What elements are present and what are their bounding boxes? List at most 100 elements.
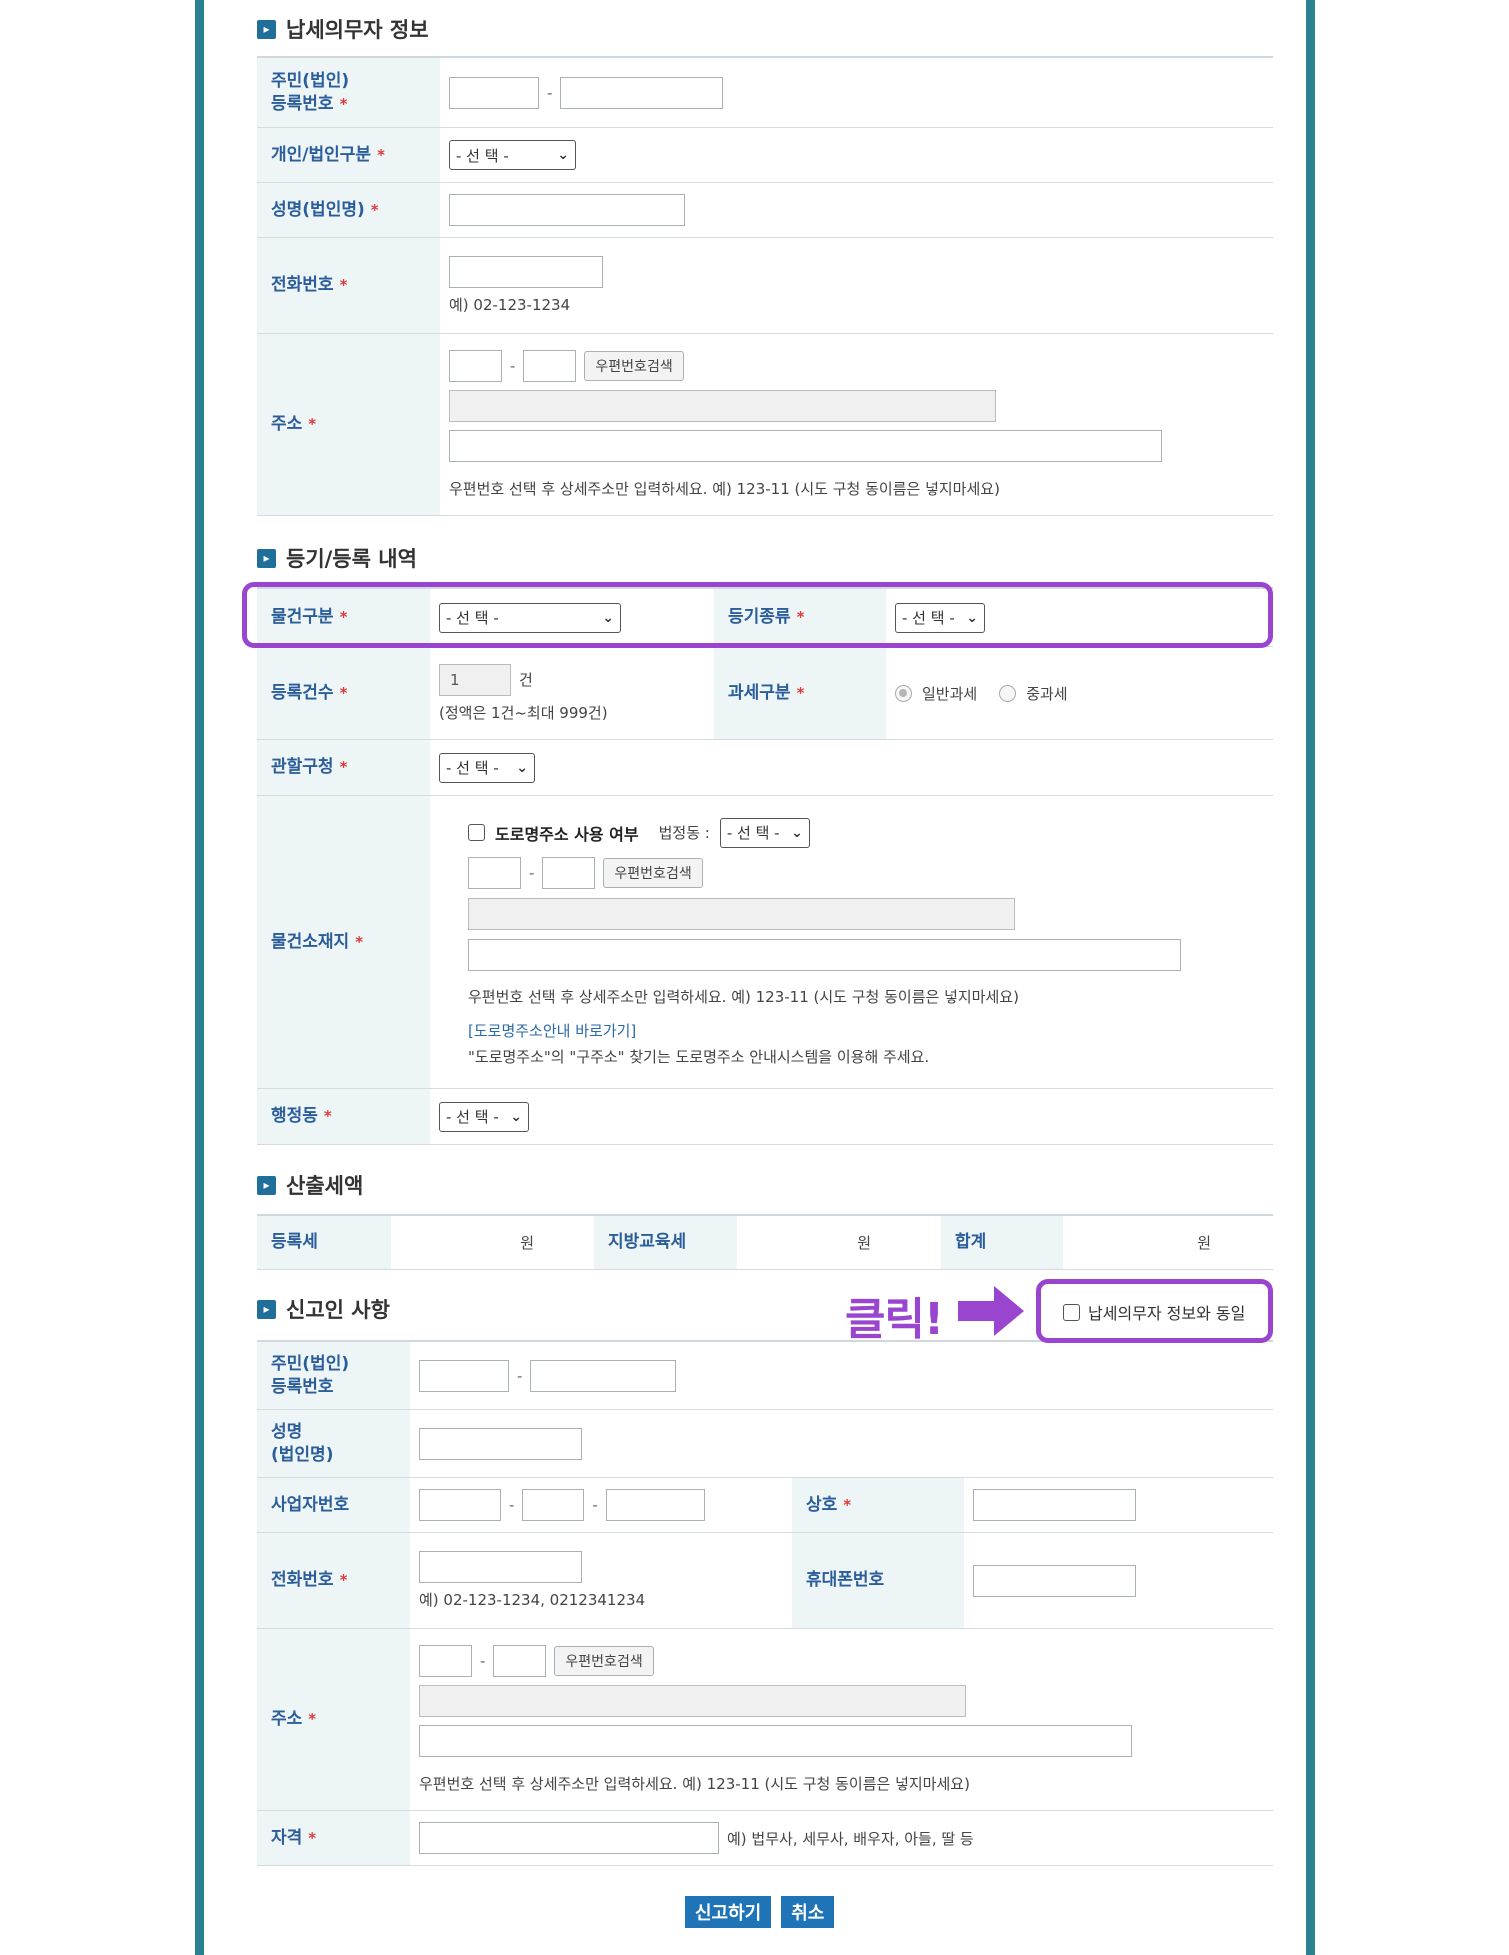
edu-tax-label: 지방교육세 bbox=[594, 1216, 737, 1269]
mobile-input[interactable] bbox=[973, 1564, 1136, 1597]
taxpayer-table: 주민(법인) 등록번호 * - 개인/법인구분 * - 선 택 - ⌄ 성명(법… bbox=[257, 56, 1273, 516]
taxpayer-type-select[interactable]: - 선 택 - ⌄ bbox=[449, 140, 576, 170]
taxpayer-address-detail-input[interactable] bbox=[449, 430, 1162, 462]
biz-no-3-input[interactable] bbox=[605, 1489, 705, 1521]
office-select[interactable]: - 선 택 - ⌄ bbox=[439, 752, 535, 783]
company-input[interactable] bbox=[973, 1489, 1136, 1521]
chevron-down-icon: ⌄ bbox=[557, 147, 569, 163]
tax-general-radio[interactable] bbox=[895, 684, 912, 702]
reporter-zip-search-button[interactable]: 우편번호검색 bbox=[554, 1646, 654, 1676]
tax-table: 등록세 원 지방교육세 원 합계 원 bbox=[257, 1214, 1273, 1270]
count-input[interactable]: 1 bbox=[439, 663, 511, 696]
reporter-rrn-back-input[interactable] bbox=[530, 1359, 677, 1392]
location-zip-search-button[interactable]: 우편번호검색 bbox=[603, 857, 703, 888]
registration-highlight-box bbox=[242, 582, 1273, 648]
taxpayer-address-row: 주소 * - 우편번호검색 우편번호 선택 후 상세주소만 입력하세요. 예) 1… bbox=[257, 334, 1273, 516]
reporter-zip2-input[interactable] bbox=[493, 1645, 547, 1677]
reporter-address-base-input bbox=[419, 1685, 966, 1717]
taxpayer-address-label: 주소 * bbox=[257, 334, 440, 515]
taxpayer-address-base-input bbox=[449, 390, 996, 422]
arrow-right-icon bbox=[958, 1286, 1024, 1336]
road-address-link[interactable]: [도로명주소안내 바로가기] bbox=[468, 1020, 1264, 1041]
page-frame: ▸ 납세의무자 정보 주민(법인) 등록번호 * - 개인/법인구분 * - 선… bbox=[195, 0, 1315, 1955]
reporter-biz-row: 사업자번호 - - 상호 * bbox=[257, 1478, 1273, 1533]
reporter-rrn-front-input[interactable] bbox=[419, 1359, 509, 1392]
admin-dong-row: 행정동 * - 선 택 - ⌄ bbox=[257, 1089, 1273, 1145]
location-zip1-input[interactable] bbox=[468, 856, 521, 889]
click-annotation: 클릭! bbox=[845, 1294, 944, 1345]
chevron-right-icon: ▸ bbox=[257, 19, 276, 39]
taxpayer-rrn-front-input[interactable] bbox=[449, 76, 539, 109]
reporter-name-row: 성명 (법인명) bbox=[257, 1410, 1273, 1478]
chevron-right-icon: ▸ bbox=[257, 1175, 276, 1195]
admin-dong-label: 행정동 * bbox=[257, 1089, 430, 1144]
form-actions: 신고하기 취소 bbox=[685, 1896, 835, 1928]
count-label: 등록건수 * bbox=[257, 647, 430, 739]
tax-section-title: ▸ 산출세액 bbox=[257, 1170, 363, 1200]
taxpayer-phone-label: 전화번호 * bbox=[257, 238, 440, 333]
registration-table: 물건구분 * - 선 택 - ⌄ 등기종류 * - 선 택 - ⌄ 등록건수 *… bbox=[257, 587, 1273, 1145]
qualification-label: 자격 * bbox=[257, 1811, 410, 1865]
taxpayer-rrn-row: 주민(법인) 등록번호 * - bbox=[257, 58, 1273, 128]
reporter-phone-label: 전화번호 * bbox=[257, 1533, 410, 1628]
cancel-button[interactable]: 취소 bbox=[781, 1896, 835, 1928]
reporter-address-row: 주소 * - 우편번호검색 우편번호 선택 후 상세주소만 입력하세요. 예) 1… bbox=[257, 1629, 1273, 1811]
registration-section-title: ▸ 등기/등록 내역 bbox=[257, 543, 417, 573]
chevron-down-icon: ⌄ bbox=[791, 824, 803, 841]
registration-count-row: 등록건수* 1 건 (정액은 1건~최대 999건) 과세구분* 일반과세 bbox=[257, 647, 1273, 740]
total-value: 원 bbox=[1197, 1234, 1211, 1252]
office-label: 관할구청 * bbox=[257, 740, 430, 795]
taxpayer-section-title: ▸ 납세의무자 정보 bbox=[257, 14, 429, 44]
location-row: 물건소재지 * 도로명주소 사용 여부 법정동 : - 선 택 - ⌄ - 우편… bbox=[257, 796, 1273, 1089]
company-label: 상호 * bbox=[792, 1478, 964, 1532]
reporter-address-label: 주소 * bbox=[257, 1629, 410, 1810]
taxpayer-phone-input[interactable] bbox=[449, 256, 603, 288]
tax-heavy-radio[interactable] bbox=[999, 684, 1017, 702]
location-address-base-input bbox=[468, 897, 1015, 930]
taxpayer-name-input[interactable] bbox=[449, 194, 685, 226]
taxpayer-zip-search-button[interactable]: 우편번호검색 bbox=[584, 351, 684, 381]
tax-row: 등록세 원 지방교육세 원 합계 원 bbox=[257, 1216, 1273, 1270]
legal-dong-select[interactable]: - 선 택 - ⌄ bbox=[719, 817, 810, 848]
taxpayer-zip1-input[interactable] bbox=[449, 350, 502, 382]
taxpayer-type-label: 개인/법인구분 * bbox=[257, 128, 440, 182]
taxpayer-phone-row: 전화번호 * 예) 02-123-1234 bbox=[257, 238, 1273, 334]
reporter-phone-row: 전화번호 * 예) 02-123-1234, 0212341234 휴대폰번호 bbox=[257, 1533, 1273, 1629]
qualification-input[interactable] bbox=[419, 1822, 719, 1854]
reporter-name-label: 성명 (법인명) bbox=[257, 1410, 410, 1477]
biz-no-label: 사업자번호 bbox=[257, 1478, 410, 1532]
chevron-down-icon: ⌄ bbox=[510, 1108, 522, 1125]
reporter-zip1-input[interactable] bbox=[419, 1645, 472, 1677]
tax-type-label: 과세구분 * bbox=[714, 647, 886, 739]
reporter-address-detail-input[interactable] bbox=[419, 1725, 1132, 1757]
reporter-name-input[interactable] bbox=[419, 1427, 582, 1460]
taxpayer-rrn-back-input[interactable] bbox=[560, 76, 724, 109]
road-address-checkbox[interactable] bbox=[468, 824, 485, 841]
submit-button[interactable]: 신고하기 bbox=[685, 1896, 772, 1928]
taxpayer-rrn-label: 주민(법인) 등록번호 * bbox=[257, 58, 440, 127]
reporter-rrn-row: 주민(법인) 등록번호 - bbox=[257, 1342, 1273, 1410]
taxpayer-type-row: 개인/법인구분 * - 선 택 - ⌄ bbox=[257, 128, 1273, 183]
admin-dong-select[interactable]: - 선 택 - ⌄ bbox=[439, 1101, 529, 1132]
chevron-right-icon: ▸ bbox=[257, 548, 276, 568]
taxpayer-name-row: 성명(법인명) * bbox=[257, 183, 1273, 238]
taxpayer-zip2-input[interactable] bbox=[523, 350, 577, 382]
chevron-right-icon: ▸ bbox=[257, 1299, 276, 1319]
same-as-highlight-box bbox=[1036, 1279, 1273, 1343]
location-label: 물건소재지 * bbox=[257, 796, 430, 1088]
office-row: 관할구청 * - 선 택 - ⌄ bbox=[257, 740, 1273, 796]
total-label: 합계 bbox=[941, 1216, 1063, 1269]
chevron-down-icon: ⌄ bbox=[516, 759, 528, 776]
biz-no-1-input[interactable] bbox=[419, 1489, 501, 1521]
reporter-rrn-label: 주민(법인) 등록번호 bbox=[257, 1342, 410, 1409]
biz-no-2-input[interactable] bbox=[522, 1489, 585, 1521]
reporter-phone-input[interactable] bbox=[419, 1551, 582, 1583]
taxpayer-name-label: 성명(법인명) * bbox=[257, 183, 440, 237]
edu-tax-value: 원 bbox=[857, 1234, 871, 1252]
reporter-section-title: ▸ 신고인 사항 bbox=[257, 1294, 390, 1324]
reg-tax-value: 원 bbox=[520, 1234, 534, 1252]
reg-tax-label: 등록세 bbox=[257, 1216, 391, 1269]
location-address-detail-input[interactable] bbox=[468, 938, 1181, 971]
location-zip2-input[interactable] bbox=[542, 856, 596, 889]
reporter-table: 주민(법인) 등록번호 - 성명 (법인명) 사업자번호 - - 상호 * 전화… bbox=[257, 1340, 1273, 1866]
